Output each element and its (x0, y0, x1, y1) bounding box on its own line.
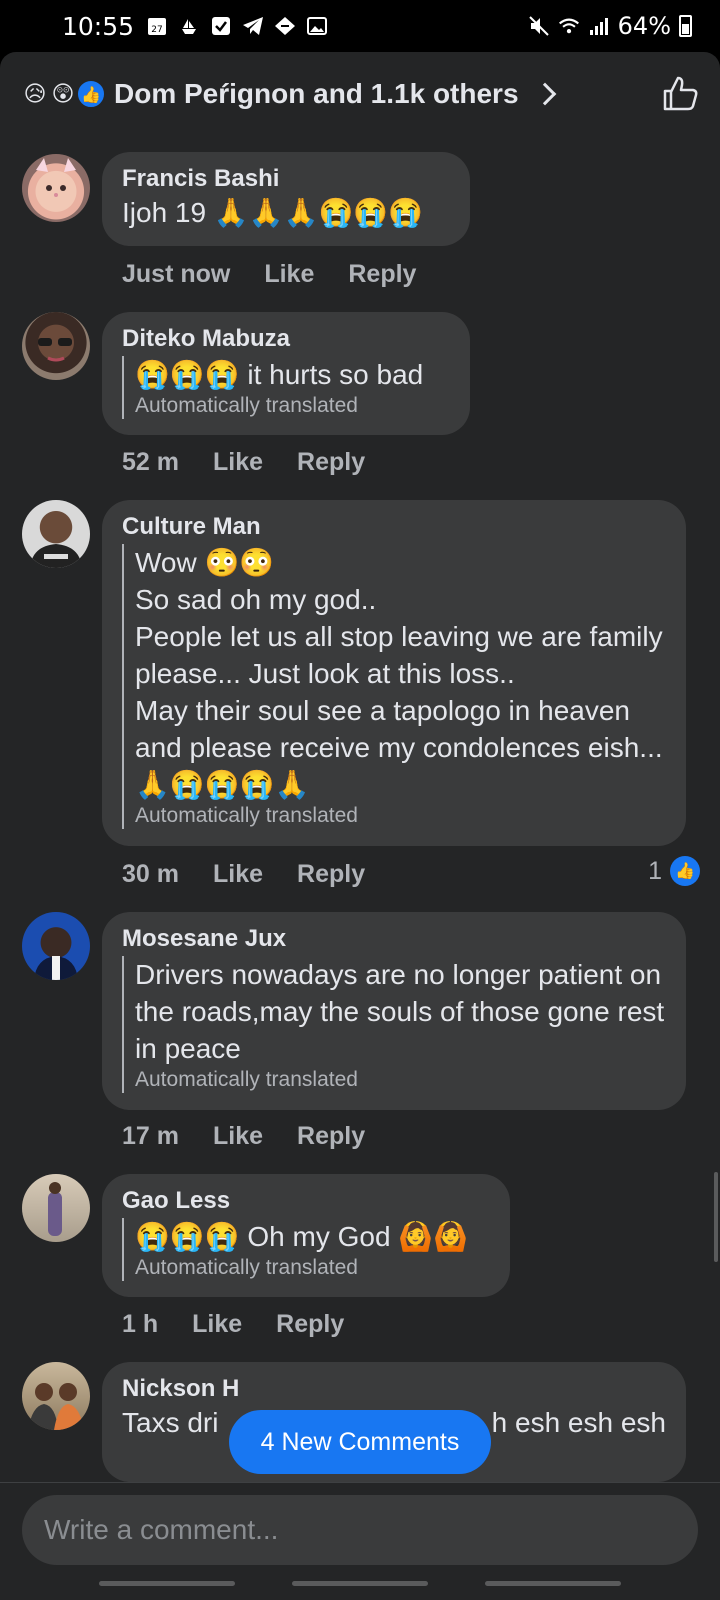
reply-button[interactable]: Reply (276, 1310, 344, 1339)
wow-reaction-icon: 😲 (51, 81, 75, 107)
translation-note[interactable]: Automatically translated (135, 393, 450, 419)
avatar[interactable] (22, 154, 90, 222)
translated-block: Wow 😳😳 So sad oh my god.. People let us … (122, 544, 666, 829)
comment-actions: Just now Like Reply (122, 260, 416, 289)
comment-time: 52 m (122, 448, 179, 476)
reactions-summary[interactable]: 😥 😲 👍 Dom Peŕignon and 1.1k others (0, 52, 720, 136)
comment-author[interactable]: Mosesane Jux (122, 924, 666, 954)
reactions-summary-text: Dom Peŕignon and 1.1k others (114, 78, 519, 109)
reply-button[interactable]: Reply (297, 1122, 365, 1151)
calendar-icon: 27 (146, 15, 168, 37)
comment-author[interactable]: Francis Bashi (122, 164, 450, 194)
like-button[interactable]: Like (213, 448, 263, 477)
comment-bubble[interactable]: Gao Less 😭😭😭 Oh my God 🙆🙆 Automatically … (102, 1174, 510, 1297)
notification-icons: 27 (146, 15, 328, 37)
comment-author[interactable]: Nickson H (122, 1374, 666, 1404)
comment-time: Just now (122, 260, 231, 288)
avatar[interactable] (22, 500, 90, 568)
comment-author[interactable]: Gao Less (122, 1186, 490, 1216)
avatar[interactable] (22, 912, 90, 980)
comment-text: Wow 😳😳 So sad oh my god.. People let us … (135, 547, 663, 800)
comment-actions: 1 h Like Reply (122, 1310, 344, 1339)
like-reaction-icon: 👍 (76, 79, 106, 109)
like-button[interactable]: Like (213, 1122, 263, 1151)
comment-actions: 17 m Like Reply (122, 1122, 365, 1151)
like-button[interactable]: Like (264, 260, 314, 289)
system-nav-bar (0, 1581, 720, 1586)
comment-bubble[interactable]: Diteko Mabuza 😭😭😭 it hurts so bad Automa… (102, 312, 470, 435)
comment-actions: 30 m Like Reply (122, 860, 365, 889)
like-outline-icon[interactable] (660, 74, 700, 114)
comment-input[interactable] (22, 1495, 698, 1565)
translated-block: Drivers nowadays are no longer patient o… (122, 956, 666, 1093)
comment-time: 17 m (122, 1122, 179, 1150)
nav-home-button[interactable] (291, 1581, 428, 1586)
comment-time: 1 h (122, 1310, 159, 1338)
comment-like-count[interactable]: 1 👍 (648, 856, 700, 886)
battery-icon (679, 15, 692, 37)
new-comments-button[interactable]: 4 New Comments (229, 1410, 491, 1474)
boat-icon (178, 15, 200, 37)
comment-text: Taxs dri (122, 1407, 219, 1438)
comment-author[interactable]: Culture Man (122, 512, 666, 542)
comment-text: Drivers nowadays are no longer patient o… (135, 959, 665, 1064)
translation-note[interactable]: Automatically translated (135, 1255, 490, 1281)
like-badge-icon: 👍 (670, 856, 700, 886)
translated-block: 😭😭😭 Oh my God 🙆🙆 Automatically translate… (122, 1218, 490, 1281)
like-button[interactable]: Like (213, 860, 263, 889)
scrollbar[interactable] (714, 1172, 718, 1262)
wifi-icon (558, 15, 580, 37)
comment-composer (0, 1482, 720, 1600)
comment-text-end: h esh esh esh (491, 1407, 666, 1438)
status-bar: 10:55 27 64% (0, 0, 720, 52)
comment-author[interactable]: Diteko Mabuza (122, 324, 450, 354)
reply-button[interactable]: Reply (297, 448, 365, 477)
comment-actions: 52 m Like Reply (122, 448, 365, 477)
comment-text: 😭😭😭 Oh my God 🙆🙆 (135, 1221, 469, 1252)
nav-recents-button[interactable] (98, 1581, 235, 1586)
comment-time: 30 m (122, 860, 179, 888)
diamond-arrows-icon (274, 15, 296, 37)
battery-percent: 64% (617, 12, 671, 40)
comment-bubble[interactable]: Francis Bashi Ijoh 19 🙏🙏🙏😭😭😭 (102, 152, 470, 246)
image-icon (306, 15, 328, 37)
comments-sheet: 😥 😲 👍 Dom Peŕignon and 1.1k others Franc… (0, 52, 720, 1600)
translation-note[interactable]: Automatically translated (135, 1067, 666, 1093)
translated-block: 😭😭😭 it hurts so bad Automatically transl… (122, 356, 450, 419)
like-count-value: 1 (648, 856, 662, 885)
translation-note[interactable]: Automatically translated (135, 803, 666, 829)
sad-reaction-icon: 😥 (23, 81, 47, 107)
nav-back-button[interactable] (485, 1581, 622, 1586)
svg-text:27: 27 (151, 25, 162, 35)
comment-bubble[interactable]: Mosesane Jux Drivers nowadays are no lon… (102, 912, 686, 1110)
signal-icon (588, 15, 610, 37)
reply-button[interactable]: Reply (297, 860, 365, 889)
comment-text: Ijoh 19 🙏🙏🙏😭😭😭 (122, 197, 424, 228)
mute-icon (528, 15, 550, 37)
like-button[interactable]: Like (192, 1310, 242, 1339)
avatar[interactable] (22, 1174, 90, 1242)
telegram-icon (242, 15, 264, 37)
reaction-emojis: 😥 😲 👍 (20, 79, 106, 109)
avatar[interactable] (22, 312, 90, 380)
comment-text: 😭😭😭 it hurts so bad (135, 359, 424, 390)
avatar[interactable] (22, 1362, 90, 1430)
checkbox-icon (210, 15, 232, 37)
comment-bubble[interactable]: Culture Man Wow 😳😳 So sad oh my god.. Pe… (102, 500, 686, 846)
system-status: 64% (528, 12, 692, 40)
chevron-right-icon (533, 82, 556, 106)
status-time: 10:55 (62, 11, 135, 41)
reply-button[interactable]: Reply (348, 260, 416, 289)
